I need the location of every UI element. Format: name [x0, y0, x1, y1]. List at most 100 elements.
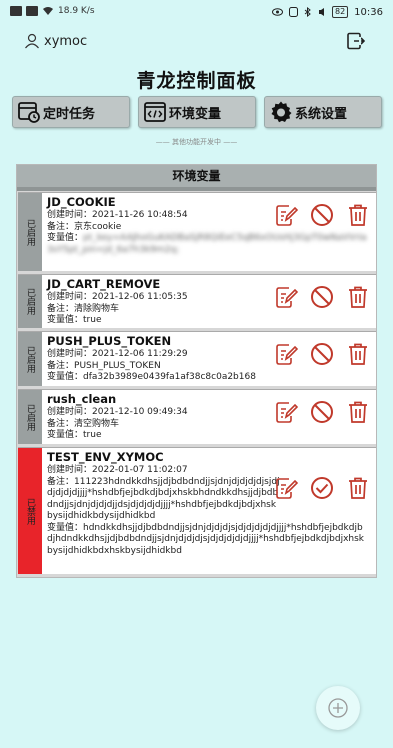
- value-key: 变量值：: [47, 522, 84, 533]
- env-body: JD_COOKIE 创建时间：2021-11-26 10:48:54 备注：京东…: [42, 193, 376, 271]
- env-value: 变量值：true: [47, 430, 372, 442]
- code-window-icon: [144, 102, 166, 122]
- env-actions: [274, 203, 370, 227]
- value-value: hdndkkdhsjjdjbdbdndjjsjdnjdjdjdjsjdjdjdj…: [47, 522, 365, 556]
- disable-icon[interactable]: [310, 400, 334, 424]
- env-item: 已禁用 TEST_ENV_XYMOC 创建时间：2022-01-07 11:02…: [18, 447, 376, 574]
- value-value: pt_key=AAJhoGuKADBaSjR8QiEeC5qB6xOUsHj3G…: [47, 233, 367, 255]
- env-item: 已启用 JD_COOKIE 创建时间：2021-11-26 10:48:54 备…: [18, 192, 376, 271]
- nav-system-settings-label: 系统设置: [295, 106, 348, 122]
- env-created: 创建时间：2022-01-07 11:02:07: [47, 465, 372, 477]
- env-status-label: 已启用: [25, 403, 35, 431]
- env-status-toggle[interactable]: 已启用: [18, 193, 42, 271]
- remark-value: 111223hdndkkdhsjjdjbdbdndjjsjdnjdjdjdjdj…: [47, 476, 280, 522]
- mute-icon: [318, 8, 324, 16]
- value-value: true: [83, 315, 102, 325]
- nav-env-vars-label: 环境变量: [169, 106, 222, 122]
- panel-header: 环境变量: [17, 165, 376, 187]
- created-key: 创建时间：: [47, 407, 93, 417]
- signal-icon-2: [26, 6, 38, 16]
- disable-icon[interactable]: [310, 342, 334, 366]
- remark-key: 备注：: [47, 360, 75, 371]
- env-value: 变量值：pt_key=AAJhoGuKADBaSjR8QiEeC5qB6xOUs…: [47, 233, 372, 256]
- created-value: 2022-01-07 11:02:07: [92, 465, 188, 475]
- edit-icon[interactable]: [274, 342, 298, 366]
- signal-icon: [10, 6, 22, 16]
- bluetooth-icon: [304, 7, 311, 17]
- nfc-icon: [288, 7, 298, 17]
- add-env-button[interactable]: [316, 686, 360, 730]
- created-value: 2021-11-26 10:48:54: [92, 210, 188, 220]
- env-value: 变量值：true: [47, 315, 372, 327]
- env-name: TEST_ENV_XYMOC: [47, 450, 164, 464]
- value-key: 变量值：: [47, 372, 84, 382]
- remark-key: 备注：: [47, 303, 75, 314]
- delete-icon[interactable]: [346, 285, 370, 309]
- nav-scheduled-tasks-label: 定时任务: [43, 106, 96, 122]
- network-speed: 18.9 K/s: [58, 6, 95, 16]
- page-title: 青龙控制面板: [136, 70, 257, 92]
- user-name: xymoc: [44, 33, 88, 49]
- user-info[interactable]: xymoc: [24, 33, 87, 49]
- clock: 10:36: [354, 6, 383, 18]
- nav-scheduled-tasks-button[interactable]: 定时任务: [12, 96, 130, 128]
- delete-icon[interactable]: [346, 342, 370, 366]
- delete-icon[interactable]: [346, 400, 370, 424]
- delete-icon[interactable]: [346, 203, 370, 227]
- remark-key: 备注：: [47, 476, 75, 487]
- remark-value: 京东cookie: [74, 221, 122, 232]
- plus-circle-icon: [328, 698, 348, 718]
- nav-system-settings-button[interactable]: 系统设置: [264, 96, 382, 128]
- env-status-label: 已禁用: [25, 497, 35, 525]
- env-status-toggle[interactable]: 已禁用: [18, 448, 42, 574]
- edit-icon[interactable]: [274, 203, 298, 227]
- env-body: TEST_ENV_XYMOC 创建时间：2022-01-07 11:02:07 …: [42, 448, 376, 574]
- value-key: 变量值：: [47, 233, 84, 243]
- env-status-label: 已启用: [25, 345, 35, 373]
- env-vars-panel: 环境变量 已启用 JD_COOKIE 创建时间：2021-11-26 10:48…: [16, 164, 377, 578]
- value-value: dfa32b3989e0439fa1af38c8c0a2b168: [83, 372, 256, 382]
- env-actions: [274, 400, 370, 424]
- created-key: 创建时间：: [47, 465, 93, 475]
- env-item: 已启用 JD_CART_REMOVE 创建时间：2021-12-06 11:05…: [18, 274, 376, 328]
- wifi-icon: [43, 7, 53, 15]
- edit-icon[interactable]: [274, 285, 298, 309]
- remark-key: 备注：: [47, 221, 75, 232]
- battery-indicator: 82: [331, 6, 349, 18]
- env-body: rush_clean 创建时间：2021-12-10 09:49:34 备注：清…: [42, 390, 376, 444]
- main-nav: 定时任务 环境变量 系统设置: [12, 96, 382, 128]
- env-value: 变量值：dfa32b3989e0439fa1af38c8c0a2b168: [47, 372, 372, 384]
- dev-note: —— 其他功能开发中 ——: [155, 138, 238, 146]
- enable-icon[interactable]: [310, 476, 334, 500]
- env-item: 已启用 rush_clean 创建时间：2021-12-10 09:49:34 …: [18, 389, 376, 444]
- edit-icon[interactable]: [274, 400, 298, 424]
- created-value: 2021-12-06 11:29:29: [92, 349, 188, 359]
- status-bar: 18.9 K/s 82 10:36: [0, 0, 393, 26]
- remark-value: PUSH_PLUS_TOKEN: [74, 360, 161, 371]
- edit-icon[interactable]: [274, 476, 298, 500]
- env-actions: [274, 476, 370, 500]
- remark-value: 清空购物车: [74, 418, 120, 429]
- created-key: 创建时间：: [47, 292, 93, 302]
- status-bar-right: 82 10:36: [271, 6, 383, 18]
- env-actions: [274, 285, 370, 309]
- status-bar-left: 18.9 K/s: [10, 6, 95, 16]
- env-actions: [274, 342, 370, 366]
- env-status-toggle[interactable]: 已启用: [18, 390, 42, 444]
- env-body: JD_CART_REMOVE 创建时间：2021-12-06 11:05:35 …: [42, 275, 376, 328]
- env-status-toggle[interactable]: 已启用: [18, 332, 42, 386]
- env-status-label: 已启用: [25, 218, 35, 246]
- user-icon: [25, 33, 39, 49]
- remark-value: 清除购物车: [74, 303, 120, 314]
- eye-icon: [271, 8, 283, 16]
- delete-icon[interactable]: [346, 476, 370, 500]
- clock-calendar-icon: [18, 102, 40, 123]
- value-key: 变量值：: [47, 430, 84, 440]
- logout-icon[interactable]: [347, 32, 365, 50]
- value-value: true: [83, 430, 102, 440]
- env-status-toggle[interactable]: 已启用: [18, 275, 42, 328]
- disable-icon[interactable]: [310, 203, 334, 227]
- nav-env-vars-button[interactable]: 环境变量: [138, 96, 256, 128]
- disable-icon[interactable]: [310, 285, 334, 309]
- gear-icon: [271, 101, 292, 123]
